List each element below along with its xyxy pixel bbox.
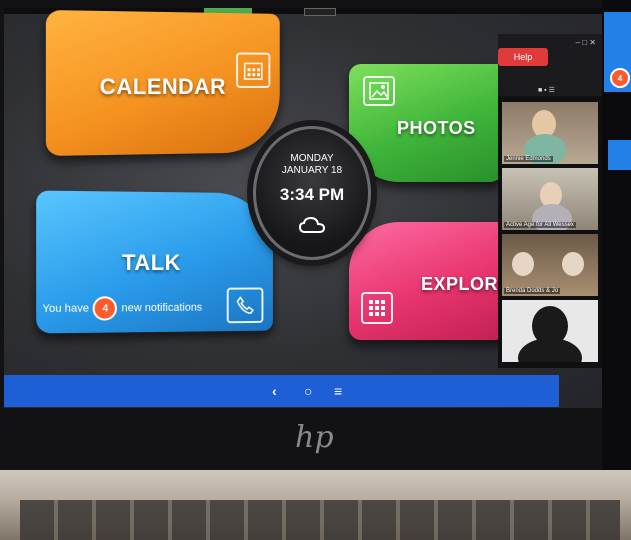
keyboard-keys — [20, 500, 620, 540]
talk-tile[interactable]: TALK You have 4 new notifications — [36, 190, 273, 334]
participant-silhouette — [518, 338, 582, 362]
photo-icon — [363, 76, 395, 106]
calendar-icon — [236, 52, 271, 88]
notification-badge: 4 — [93, 296, 118, 321]
notification-prefix: You have — [42, 302, 90, 316]
photos-label: PHOTOS — [397, 118, 476, 138]
calendar-tile[interactable]: CALENDAR — [45, 10, 280, 156]
clock-widget: MONDAY JANUARY 18 3:34 PM — [253, 126, 371, 260]
explore-tile[interactable]: EXPLORE — [349, 222, 510, 340]
participant-face — [562, 252, 584, 276]
notification-suffix: new notifications — [121, 301, 203, 315]
photos-tile[interactable]: PHOTOS — [349, 64, 504, 182]
grid-icon — [361, 292, 393, 324]
hp-logo: hp — [295, 420, 334, 455]
participant-tile[interactable]: Jennie Edmonds — [502, 102, 598, 164]
calendar-label: CALENDAR — [99, 73, 226, 100]
screen: CALENDAR PHOTOS TALK You have 4 new noti… — [4, 8, 602, 408]
participant-tile[interactable]: Brenda Dodds & Jo — [502, 234, 598, 296]
second-monitor-window: 4 — [604, 12, 631, 92]
side-notification-badge: 4 — [610, 68, 630, 88]
window-controls[interactable]: – □ ✕ — [576, 38, 596, 47]
clock-day: MONDAY — [290, 153, 334, 164]
video-call-panel: – □ ✕ ■ ▪ ☰ Jennie Edmonds Active Age fo… — [498, 34, 602, 368]
clock-time: 3:34 PM — [279, 185, 345, 204]
participant-name: Jennie Edmonds — [504, 156, 553, 162]
participant-tile[interactable]: Active Age for All Wessex — [502, 168, 598, 230]
second-monitor-window — [608, 140, 631, 170]
menu-icon[interactable]: ≡ — [334, 383, 342, 399]
clock-date: JANUARY 18 — [281, 165, 343, 176]
top-tab — [304, 8, 336, 16]
home-icon[interactable]: ○ — [304, 383, 312, 399]
phone-icon — [226, 287, 264, 324]
participant-face — [512, 252, 534, 276]
talk-label: TALK — [121, 249, 181, 276]
taskbar: ‹ ○ ≡ — [4, 375, 559, 407]
notification-text: You have 4 new notifications — [42, 296, 202, 321]
participant-name: Active Age for All Wessex — [504, 222, 576, 228]
participant-name: Brenda Dodds & Jo — [504, 288, 561, 294]
view-icons[interactable]: ■ ▪ ☰ — [538, 86, 555, 94]
help-button[interactable]: Help — [498, 48, 548, 66]
participant-tile[interactable] — [502, 300, 598, 362]
back-icon[interactable]: ‹ — [272, 383, 277, 399]
cloud-icon — [298, 216, 326, 233]
